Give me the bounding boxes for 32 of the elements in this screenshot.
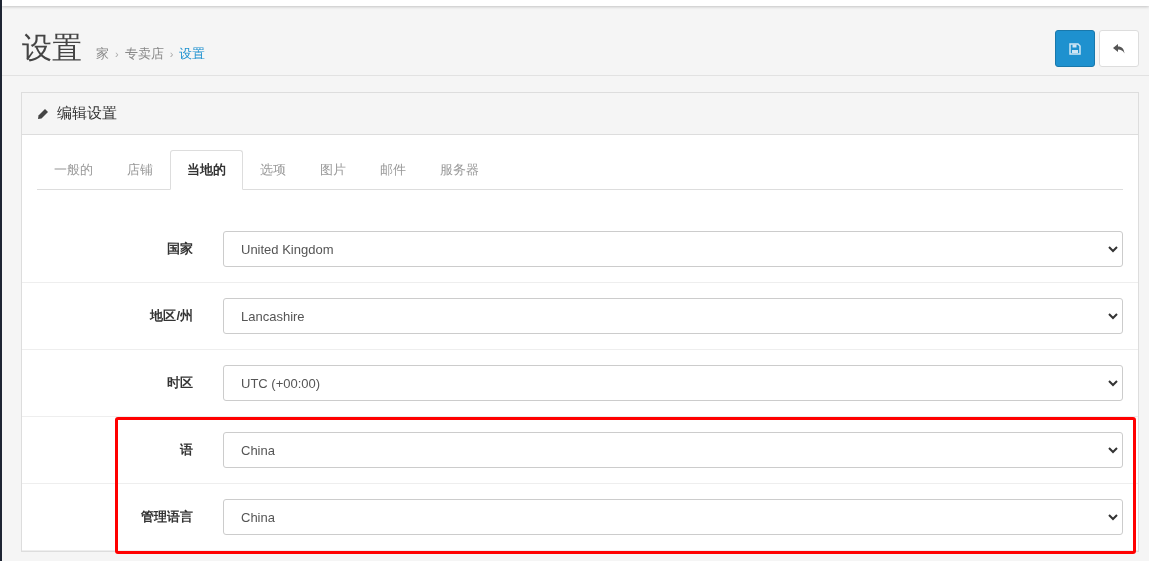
breadcrumb-link[interactable]: 家 — [96, 45, 109, 63]
chevron-down-icon — [1108, 513, 1118, 521]
field-label: 国家 — [166, 240, 194, 258]
tab[interactable]: 选项 — [243, 150, 303, 190]
pencil-icon — [37, 107, 49, 120]
field-label: 管理语言 — [140, 508, 194, 526]
field-label: 语 — [178, 441, 194, 459]
page-title: 设置 — [22, 30, 82, 66]
breadcrumb-separator: › — [115, 48, 119, 60]
tab[interactable]: 当地的 — [170, 150, 243, 190]
chevron-down-icon — [1108, 245, 1118, 253]
panel-title: 编辑设置 — [57, 104, 117, 123]
tab[interactable]: 图片 — [303, 150, 363, 190]
select-field[interactable]: UTC (+00:00) — [223, 365, 1123, 401]
select-field[interactable]: Lancashire — [223, 298, 1123, 334]
tab[interactable]: 邮件 — [363, 150, 423, 190]
field-label: 地区/州 — [148, 307, 194, 325]
breadcrumb-separator: › — [169, 48, 174, 60]
breadcrumb-link[interactable]: 专卖店 — [124, 45, 164, 63]
field-label: 时区 — [166, 374, 194, 392]
tab[interactable]: 店铺 — [110, 150, 170, 190]
tab[interactable]: 服务器 — [423, 150, 496, 190]
select-field[interactable]: United Kingdom — [223, 231, 1123, 267]
select-field[interactable]: China — [223, 432, 1123, 468]
chevron-down-icon — [1108, 379, 1118, 387]
breadcrumb-link[interactable]: 设置 — [179, 45, 206, 63]
back-button[interactable] — [1099, 30, 1139, 67]
reply-arrow-icon — [1112, 42, 1126, 55]
select-field[interactable]: China — [223, 499, 1123, 535]
chevron-down-icon — [1108, 312, 1118, 320]
save-button[interactable] — [1055, 30, 1095, 67]
chevron-down-icon — [1108, 446, 1118, 454]
